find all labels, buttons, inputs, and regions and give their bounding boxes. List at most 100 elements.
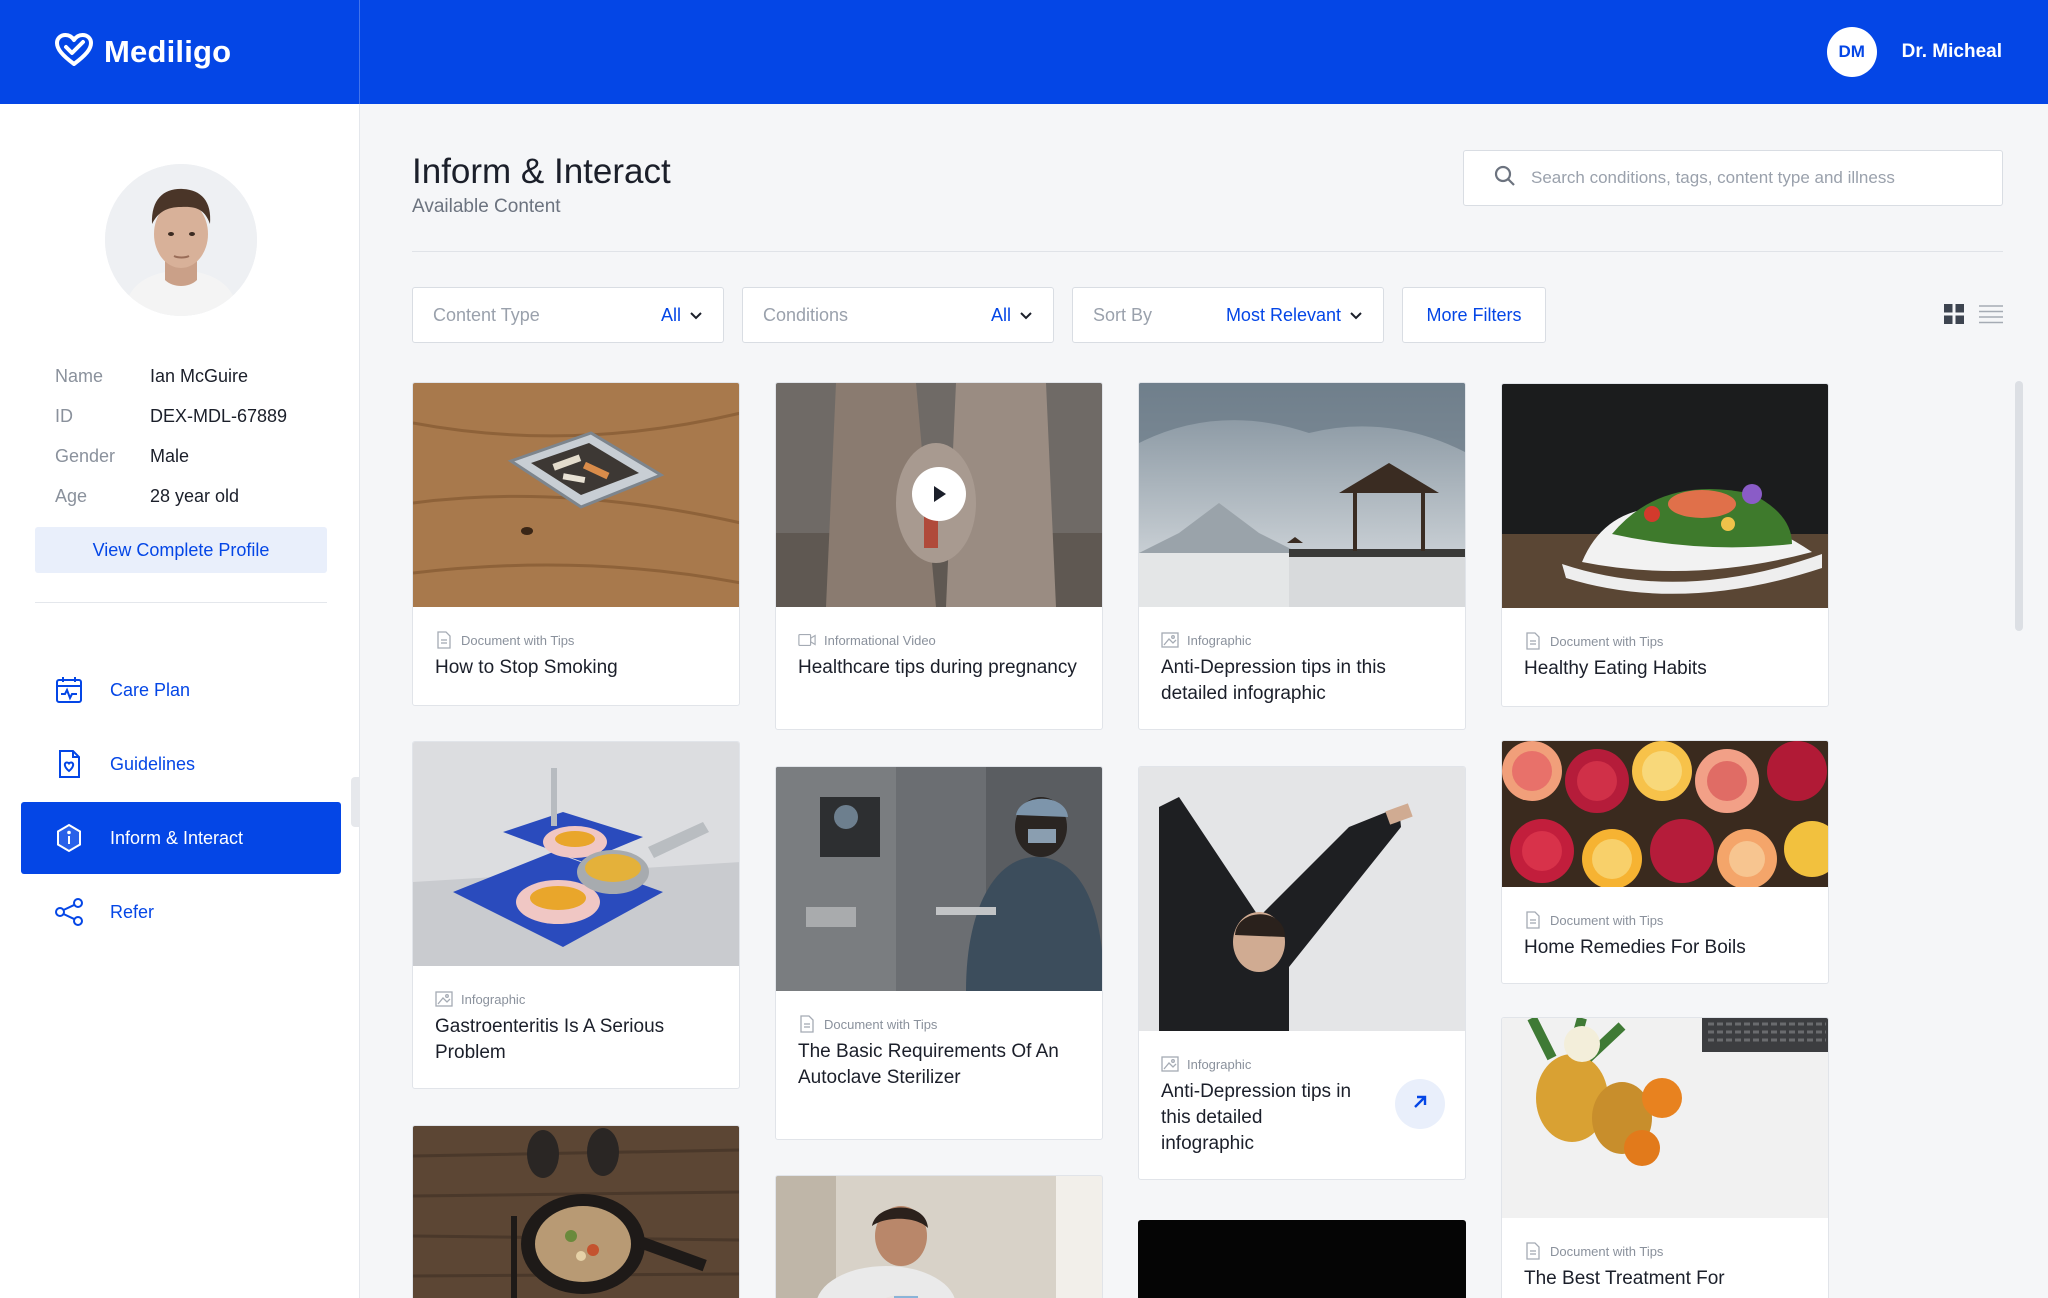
content-card[interactable]: Informational Video Healthcare tips duri… — [775, 382, 1103, 730]
page-title: Inform & Interact — [412, 152, 671, 191]
card-title: How to Stop Smoking — [435, 657, 618, 678]
sidebar-item-refer[interactable]: Refer — [21, 876, 341, 948]
conditions-filter[interactable]: Conditions All — [742, 287, 1054, 343]
chevron-down-icon — [689, 305, 703, 326]
search-box[interactable] — [1463, 150, 2003, 206]
sidebar-item-care-plan[interactable]: Care Plan — [21, 654, 341, 726]
info-label: Gender — [55, 445, 116, 466]
card-thumbnail — [413, 742, 739, 966]
sidebar-item-guidelines[interactable]: Guidelines — [21, 728, 341, 800]
card-thumbnail — [1502, 384, 1828, 608]
content-card[interactable]: Document with Tips The Best Treatment Fo… — [1501, 1017, 1829, 1298]
sidebar-collapse-handle[interactable] — [351, 777, 360, 827]
content-scrollbar[interactable] — [2015, 381, 2023, 631]
sidebar: Name Ian McGuire ID DEX-MDL-67889 Gender… — [0, 104, 360, 1298]
content-card[interactable] — [1138, 1220, 1466, 1298]
document-heart-icon — [53, 748, 85, 780]
content-card[interactable]: Document with Tips The Basic Requirement… — [775, 766, 1103, 1140]
filter-value: Most Relevant — [1225, 304, 1341, 325]
card-type: Infographic — [413, 990, 739, 1008]
sidebar-item-label: Guidelines — [110, 753, 196, 774]
card-title: Healthcare tips during pregnancy — [798, 657, 1077, 678]
card-thumbnail — [1502, 1018, 1828, 1218]
logo[interactable]: Mediligo — [0, 0, 360, 104]
document-icon — [798, 1015, 816, 1033]
image-icon — [1161, 631, 1179, 649]
card-title: Gastroenteritis Is A Serious Problem — [435, 1016, 665, 1063]
content-card[interactable]: Infographic Gastroenteritis Is A Serious… — [412, 741, 740, 1089]
patient-id-row: ID DEX-MDL-67889 — [55, 396, 335, 436]
list-view-icon[interactable] — [1978, 302, 2003, 326]
content-card[interactable]: Infographic Anti-Depression tips in this… — [1138, 382, 1466, 730]
sidebar-item-label: Inform & Interact — [110, 827, 244, 848]
info-label: Name — [55, 365, 104, 386]
patient-photo — [105, 164, 257, 316]
patient-name-row: Name Ian McGuire — [55, 356, 335, 396]
filter-value: All — [660, 304, 681, 325]
top-bar: Mediligo DM Dr. Micheal — [0, 0, 2048, 104]
app-name: Mediligo — [104, 34, 232, 69]
card-type-label: Document with Tips — [1550, 633, 1664, 649]
card-type-label: Document with Tips — [461, 632, 575, 648]
video-icon — [798, 631, 816, 649]
search-icon — [1494, 165, 1516, 192]
image-icon — [1161, 1055, 1179, 1073]
content-card[interactable] — [775, 1175, 1103, 1298]
user-avatar[interactable]: DM — [1826, 27, 1877, 77]
card-type: Document with Tips — [1502, 632, 1828, 650]
card-type-label: Document with Tips — [824, 1016, 938, 1032]
sidebar-nav: Care Plan Guidelines Inform & Interact R… — [21, 654, 341, 950]
open-arrow-button[interactable] — [1395, 1079, 1445, 1129]
content-card[interactable]: Infographic Anti-Depression tips in this… — [1138, 766, 1466, 1180]
patient-gender-row: Gender Male — [55, 436, 335, 476]
card-type-label: Informational Video — [824, 632, 936, 648]
card-thumbnail — [413, 383, 739, 607]
play-button[interactable] — [912, 467, 966, 521]
search-input[interactable] — [1531, 168, 1971, 188]
patient-id: DEX-MDL-67889 — [150, 405, 288, 426]
card-type: Document with Tips — [1502, 911, 1828, 929]
sidebar-item-inform-interact[interactable]: Inform & Interact — [21, 802, 341, 874]
card-thumbnail — [776, 383, 1102, 607]
card-type: Informational Video — [776, 631, 1102, 649]
more-filters-button[interactable]: More Filters — [1402, 287, 1546, 343]
divider — [35, 602, 327, 603]
user-menu[interactable]: DM Dr. Micheal — [1826, 0, 2002, 104]
content-card[interactable]: Document with Tips How to Stop Smoking — [412, 382, 740, 706]
grid-view-icon[interactable] — [1942, 302, 1966, 326]
chevron-down-icon — [1349, 305, 1363, 326]
content-type-filter[interactable]: Content Type All — [412, 287, 724, 343]
card-type: Infographic — [1139, 1055, 1465, 1073]
main-content: Inform & Interact Available Content Cont… — [360, 104, 2048, 1298]
card-thumbnail — [1139, 383, 1465, 607]
heart-logo-icon — [54, 32, 94, 72]
user-name[interactable]: Dr. Micheal — [1902, 41, 2002, 63]
content-card[interactable]: Document with Tips Home Remedies For Boi… — [1501, 740, 1829, 984]
document-icon — [435, 631, 453, 649]
document-icon — [1524, 1242, 1542, 1260]
card-title: The Basic Requirements Of An Autoclave S… — [798, 1041, 1059, 1088]
image-icon — [435, 990, 453, 1008]
card-type: Document with Tips — [776, 1015, 1102, 1033]
filter-value: All — [990, 304, 1011, 325]
card-thumbnail — [776, 767, 1102, 991]
view-complete-profile-button[interactable]: View Complete Profile — [35, 527, 327, 573]
card-type-label: Infographic — [461, 991, 526, 1007]
patient-age-row: Age 28 year old — [55, 476, 335, 516]
content-card[interactable]: Document with Tips Healthy Eating Habits — [1501, 383, 1829, 707]
sidebar-item-label: Care Plan — [110, 679, 191, 700]
card-type: Infographic — [1139, 631, 1465, 649]
sidebar-item-label: Refer — [110, 901, 155, 922]
filter-label: Content Type — [433, 304, 540, 325]
card-title: Home Remedies For Boils — [1524, 937, 1746, 958]
card-type-label: Document with Tips — [1550, 912, 1664, 928]
content-card[interactable] — [412, 1125, 740, 1298]
info-label: ID — [55, 405, 73, 426]
patient-age: 28 year old — [150, 485, 240, 506]
share-icon — [53, 896, 85, 928]
filter-label: Sort By — [1093, 304, 1153, 325]
sort-by-filter[interactable]: Sort By Most Relevant — [1072, 287, 1384, 343]
card-type: Document with Tips — [1502, 1242, 1828, 1260]
card-type-label: Infographic — [1187, 1056, 1252, 1072]
patient-info: Name Ian McGuire ID DEX-MDL-67889 Gender… — [55, 356, 335, 516]
